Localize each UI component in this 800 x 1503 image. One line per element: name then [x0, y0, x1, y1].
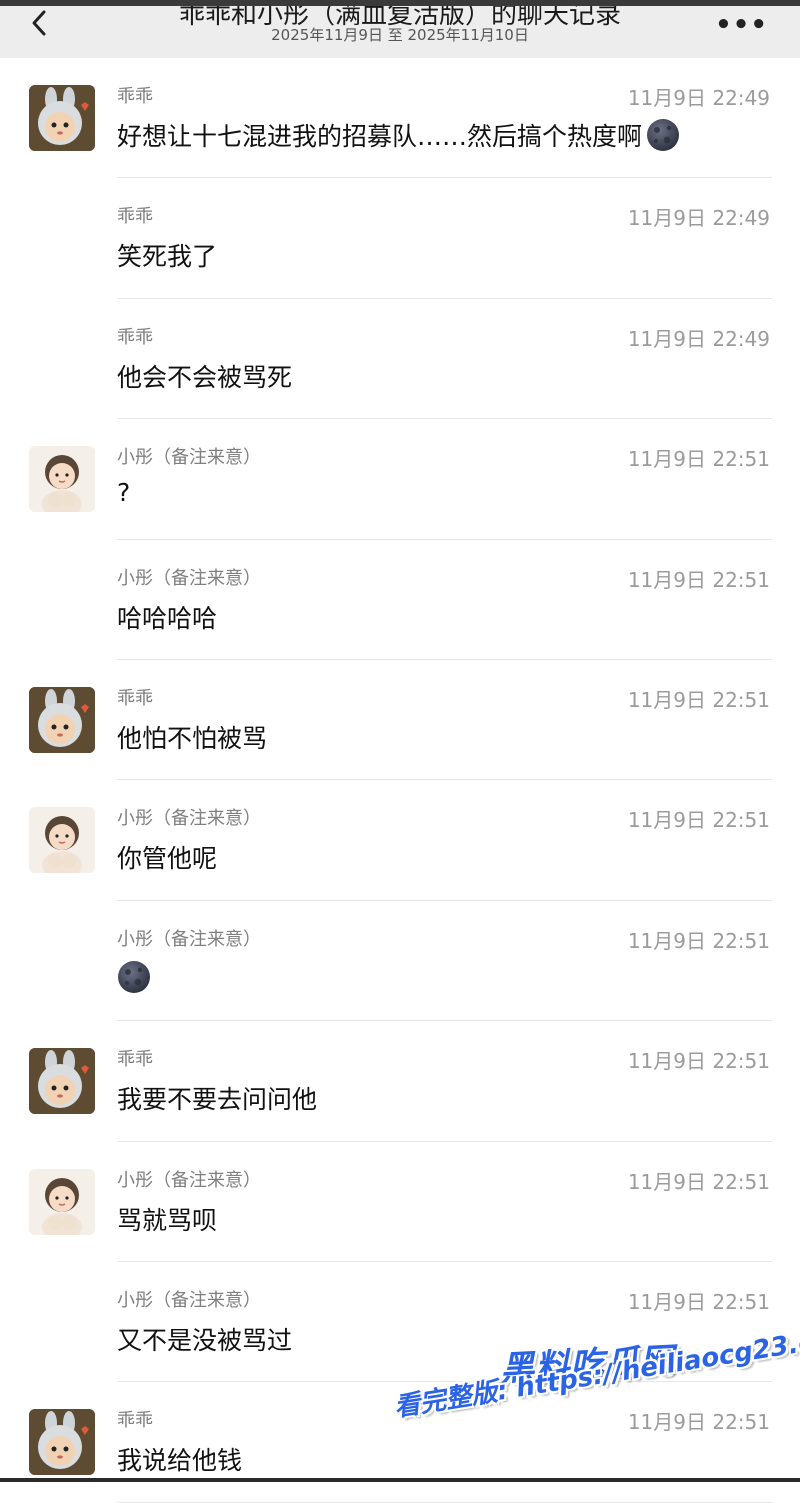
- sender-name: 乖乖: [117, 206, 153, 228]
- message-text-wrap: ?: [117, 478, 130, 507]
- message-text: 我说给他钱: [117, 1446, 243, 1476]
- message-text: 又不是没被骂过: [117, 1325, 293, 1355]
- message-time: 11月9日 22:51: [627, 1410, 770, 1435]
- chat-date-range: 2025年11月9日 至 2025年11月10日: [271, 26, 529, 44]
- message-text-wrap: 骂就骂呗: [117, 1201, 217, 1237]
- bunny-avatar[interactable]: [29, 1048, 95, 1115]
- message-time: 11月9日 22:49: [627, 86, 770, 110]
- bunny-avatar[interactable]: [29, 85, 95, 151]
- sender-name: 小彤（备注来意）: [117, 1169, 261, 1191]
- message-text: 哈哈哈哈: [117, 603, 218, 633]
- sender-name: 小彤（备注来意）: [117, 1289, 261, 1311]
- message-list: 乖乖 11月9日 22:49 好想让十七混进我的招募队……然后搞个热度啊 乖乖 11月9…: [0, 58, 800, 1503]
- message-text: 骂就骂呗: [117, 1205, 218, 1235]
- message-row[interactable]: 乖乖 11月9日 22:51 他怕不怕被骂: [0, 660, 800, 781]
- message-time: 11月9日 22:51: [627, 567, 770, 592]
- message-time: 11月9日 22:49: [627, 326, 770, 351]
- sender-name: 小彤（备注来意）: [117, 808, 261, 830]
- bunny-avatar[interactable]: [29, 1409, 95, 1476]
- girl-avatar[interactable]: [29, 1168, 95, 1235]
- message-text-wrap: 我说给他钱: [117, 1441, 242, 1477]
- message-text-wrap: 我要不要去问问他: [117, 1080, 317, 1116]
- message-row[interactable]: 小彤（备注来意） 11月9日 22:51 骂就骂呗: [0, 1142, 800, 1262]
- message-row[interactable]: 小彤（备注来意） 11月9日 22:51 哈哈哈哈: [0, 540, 800, 660]
- message-row[interactable]: 乖乖 11月9日 22:49 笑死我了: [0, 178, 800, 299]
- message-time: 11月9日 22:49: [627, 206, 770, 231]
- message-text: 我要不要去问问他: [117, 1085, 318, 1115]
- sender-name: 乖乖: [117, 86, 153, 107]
- message-time: 11月9日 22:51: [627, 1169, 770, 1194]
- message-text-wrap: 他怕不怕被骂: [117, 719, 267, 755]
- message-row[interactable]: 小彤（备注来意） 11月9日 22:51: [0, 901, 800, 1022]
- more-options-icon[interactable]: •••: [715, 10, 768, 40]
- new-moon-face-icon: [646, 118, 680, 152]
- message-text-wrap: 哈哈哈哈: [117, 599, 217, 635]
- sender-name: 小彤（备注来意）: [117, 447, 261, 469]
- message-text-wrap: 好想让十七混进我的招募队……然后搞个热度啊: [117, 117, 680, 153]
- message-text: 他怕不怕被骂: [117, 723, 268, 753]
- sender-name: 乖乖: [117, 326, 153, 348]
- sender-name: 乖乖: [117, 687, 153, 709]
- chat-header: 乖乖和小彤（满血复活版）的聊天记录 2025年11月9日 至 2025年11月1…: [0, 0, 800, 58]
- message-text: ?: [117, 478, 131, 508]
- message-text-wrap: 笑死我了: [117, 237, 217, 273]
- message-row[interactable]: 乖乖 11月9日 22:49 好想让十七混进我的招募队……然后搞个热度啊: [0, 58, 800, 179]
- message-text: 好想让十七混进我的招募队……然后搞个热度啊: [117, 122, 643, 151]
- sender-name: 小彤（备注来意）: [117, 567, 261, 589]
- message-text: 笑死我了: [117, 242, 218, 272]
- message-time: 11月9日 22:51: [627, 447, 770, 472]
- message-time: 11月9日 22:51: [627, 1289, 770, 1314]
- message-time: 11月9日 22:51: [627, 687, 770, 712]
- message-time: 11月9日 22:51: [627, 928, 770, 953]
- sender-name: 小彤（备注来意）: [117, 928, 261, 950]
- message-text-wrap: 你管他呢: [117, 839, 217, 875]
- sender-name: 乖乖: [117, 1410, 153, 1432]
- message-time: 11月9日 22:51: [627, 1049, 770, 1074]
- bottom-edge: [0, 1478, 800, 1482]
- message-text: 你管他呢: [117, 844, 218, 874]
- message-row[interactable]: 小彤（备注来意） 11月9日 22:51 又不是没被骂过: [0, 1262, 800, 1383]
- message-row[interactable]: 小彤（备注来意） 11月9日 22:51?: [0, 419, 800, 540]
- message-row[interactable]: 小彤（备注来意） 11月9日 22:51 你管他呢: [0, 780, 800, 901]
- message-text-wrap: 他会不会被骂死: [117, 358, 292, 394]
- bunny-avatar[interactable]: [29, 686, 95, 753]
- sender-name: 乖乖: [117, 1049, 153, 1071]
- message-row[interactable]: 乖乖 11月9日 22:51 我要不要去问问他: [0, 1021, 800, 1142]
- new-moon-face-icon: [117, 960, 151, 994]
- message-row[interactable]: 乖乖 11月9日 22:51 我说给他钱: [0, 1382, 800, 1503]
- girl-avatar[interactable]: [29, 446, 95, 513]
- message-text-wrap: [117, 960, 151, 994]
- girl-avatar[interactable]: [29, 807, 95, 874]
- message-row[interactable]: 乖乖 11月9日 22:49 他会不会被骂死: [0, 299, 800, 420]
- message-time: 11月9日 22:51: [627, 808, 770, 833]
- message-text-wrap: 又不是没被骂过: [117, 1321, 292, 1357]
- message-text: 他会不会被骂死: [117, 362, 293, 392]
